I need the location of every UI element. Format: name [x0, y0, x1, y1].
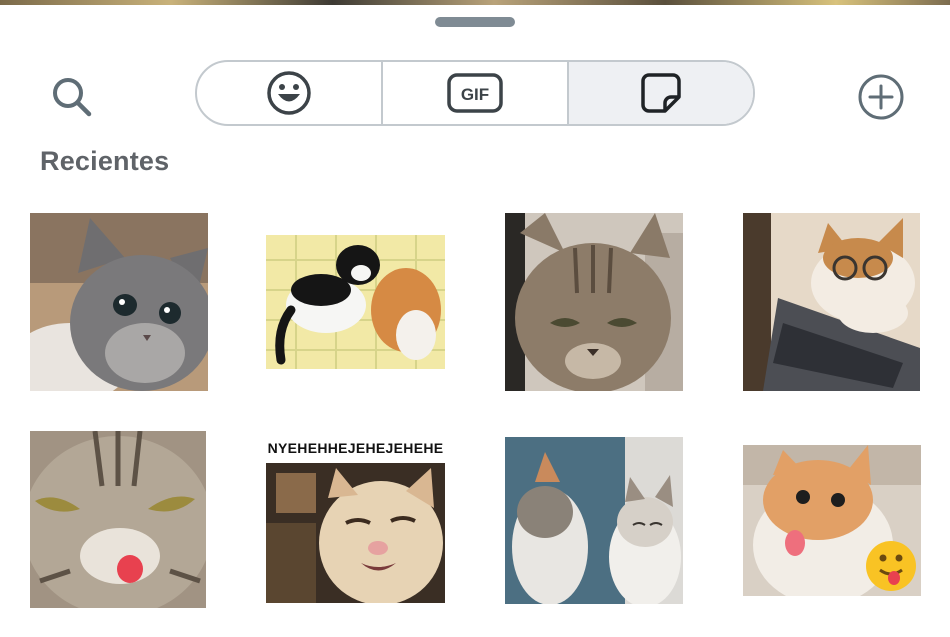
gif-label: GIF	[461, 85, 489, 104]
sticker-cats-cuddling[interactable]	[266, 235, 445, 369]
sticker-grey-kitten[interactable]	[30, 213, 208, 391]
background-photo-strip	[0, 0, 950, 5]
sticker-laughing-cat[interactable]: NYEHEHHEJEHEJEHEHE	[266, 440, 445, 603]
sticker-cats-hugging[interactable]	[505, 437, 683, 604]
drag-handle[interactable]	[435, 17, 515, 27]
grumpy-tabby-image	[505, 213, 683, 391]
grey-kitten-image	[30, 213, 208, 391]
laughing-cat-image	[266, 463, 445, 603]
sticker-cat-tongue-emoji[interactable]	[743, 445, 921, 596]
sticker-tabby-tongue[interactable]	[30, 431, 206, 608]
smiley-face-icon	[267, 71, 311, 115]
tab-emoji[interactable]	[197, 62, 381, 124]
tab-stickers[interactable]	[567, 62, 753, 124]
tabby-tongue-image	[30, 431, 206, 608]
cat-tongue-emoji-image	[743, 445, 921, 596]
sticker-caption: NYEHEHHEJEHEJEHEHE	[267, 440, 444, 456]
add-sticker-button[interactable]	[856, 72, 906, 122]
search-button[interactable]	[48, 73, 94, 119]
sticker-cat-laptop[interactable]	[743, 213, 920, 391]
sticker-icon	[641, 73, 681, 113]
plus-circle-icon	[858, 74, 904, 120]
media-type-tabs: GIF	[195, 60, 755, 126]
cats-cuddling-image	[266, 235, 445, 369]
cats-hugging-image	[505, 437, 683, 604]
sticker-grumpy-tabby[interactable]	[505, 213, 683, 391]
gif-icon: GIF	[447, 73, 503, 113]
search-icon	[53, 78, 92, 117]
recent-section-title: Recientes	[40, 146, 170, 176]
tab-gif[interactable]: GIF	[381, 62, 567, 124]
cat-laptop-image	[743, 213, 920, 391]
